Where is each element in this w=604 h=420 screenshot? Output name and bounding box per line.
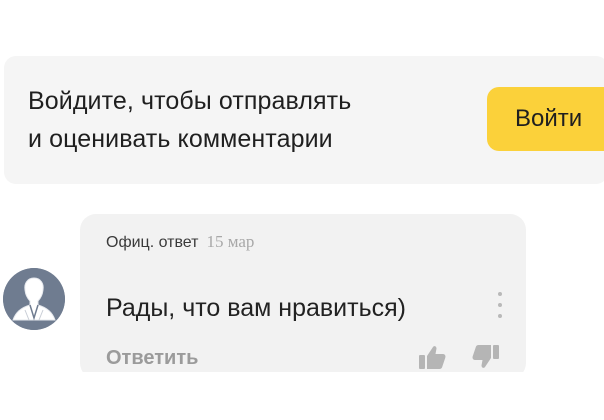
comment-meta: Офиц. ответ 15 мар (106, 232, 254, 252)
login-prompt-line-1: Войдите, чтобы отправлять (28, 87, 352, 115)
login-prompt-line-2: и оценивать комментарии (28, 125, 333, 153)
login-prompt-banner: Войдите, чтобы отправлять и оценивать ко… (4, 56, 604, 184)
user-silhouette-icon (3, 268, 65, 330)
reply-link[interactable]: Ответить (106, 347, 198, 370)
page: Войдите, чтобы отправлять и оценивать ко… (0, 0, 604, 420)
thumbs-down-icon[interactable] (472, 344, 500, 370)
comment-text: Рады, что вам нравиться) (106, 294, 406, 322)
comment-author[interactable]: Офиц. ответ (106, 234, 199, 251)
thumbs-up-icon[interactable] (418, 344, 446, 370)
bottom-edge (0, 372, 604, 420)
comment-date: 15 мар (206, 232, 255, 251)
more-vertical-icon[interactable] (494, 292, 506, 326)
login-prompt-text: Войдите, чтобы отправлять и оценивать ко… (28, 82, 448, 158)
login-button[interactable]: Войти (487, 87, 604, 151)
comment-card: Офиц. ответ 15 мар Рады, что вам нравитьс… (80, 214, 526, 379)
